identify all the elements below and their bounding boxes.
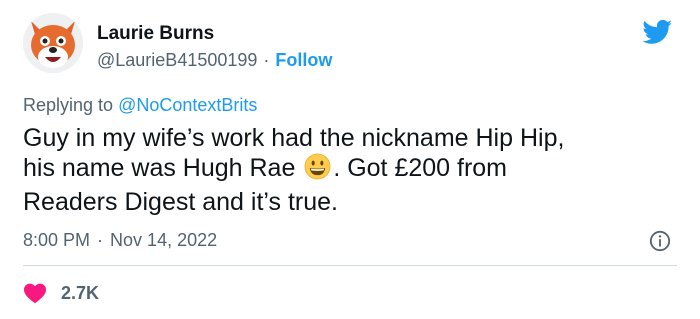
divider xyxy=(23,265,677,266)
replying-prefix: Replying to xyxy=(23,95,119,115)
user-name[interactable]: Laurie Burns xyxy=(97,23,214,45)
fox-avatar-icon xyxy=(23,13,83,73)
replying-to: Replying to @NoContextBrits xyxy=(23,95,257,116)
follow-button[interactable]: Follow xyxy=(275,50,332,70)
tweet-date[interactable]: Nov 14, 2022 xyxy=(110,230,217,250)
reply-mention-link[interactable]: @NoContextBrits xyxy=(118,95,257,115)
tweet-meta: 8:00 PM · Nov 14, 2022 xyxy=(23,230,217,251)
heart-icon xyxy=(24,283,46,304)
like-button[interactable]: 2.7K xyxy=(23,281,99,305)
info-icon[interactable] xyxy=(649,230,671,252)
grinning-face-emoji xyxy=(304,153,331,187)
twitter-bird-icon[interactable] xyxy=(640,17,675,47)
like-count: 2.7K xyxy=(61,282,100,303)
handle-row: @LaurieB41500199 · Follow xyxy=(97,50,332,71)
meta-separator: · xyxy=(97,230,104,250)
user-handle[interactable]: @LaurieB41500199 xyxy=(97,50,257,70)
handle-separator: · xyxy=(263,50,270,70)
tweet-time[interactable]: 8:00 PM xyxy=(23,230,90,250)
tweet-text: Guy in my wife’s work had the nickname H… xyxy=(23,123,683,217)
avatar[interactable] xyxy=(23,13,83,73)
